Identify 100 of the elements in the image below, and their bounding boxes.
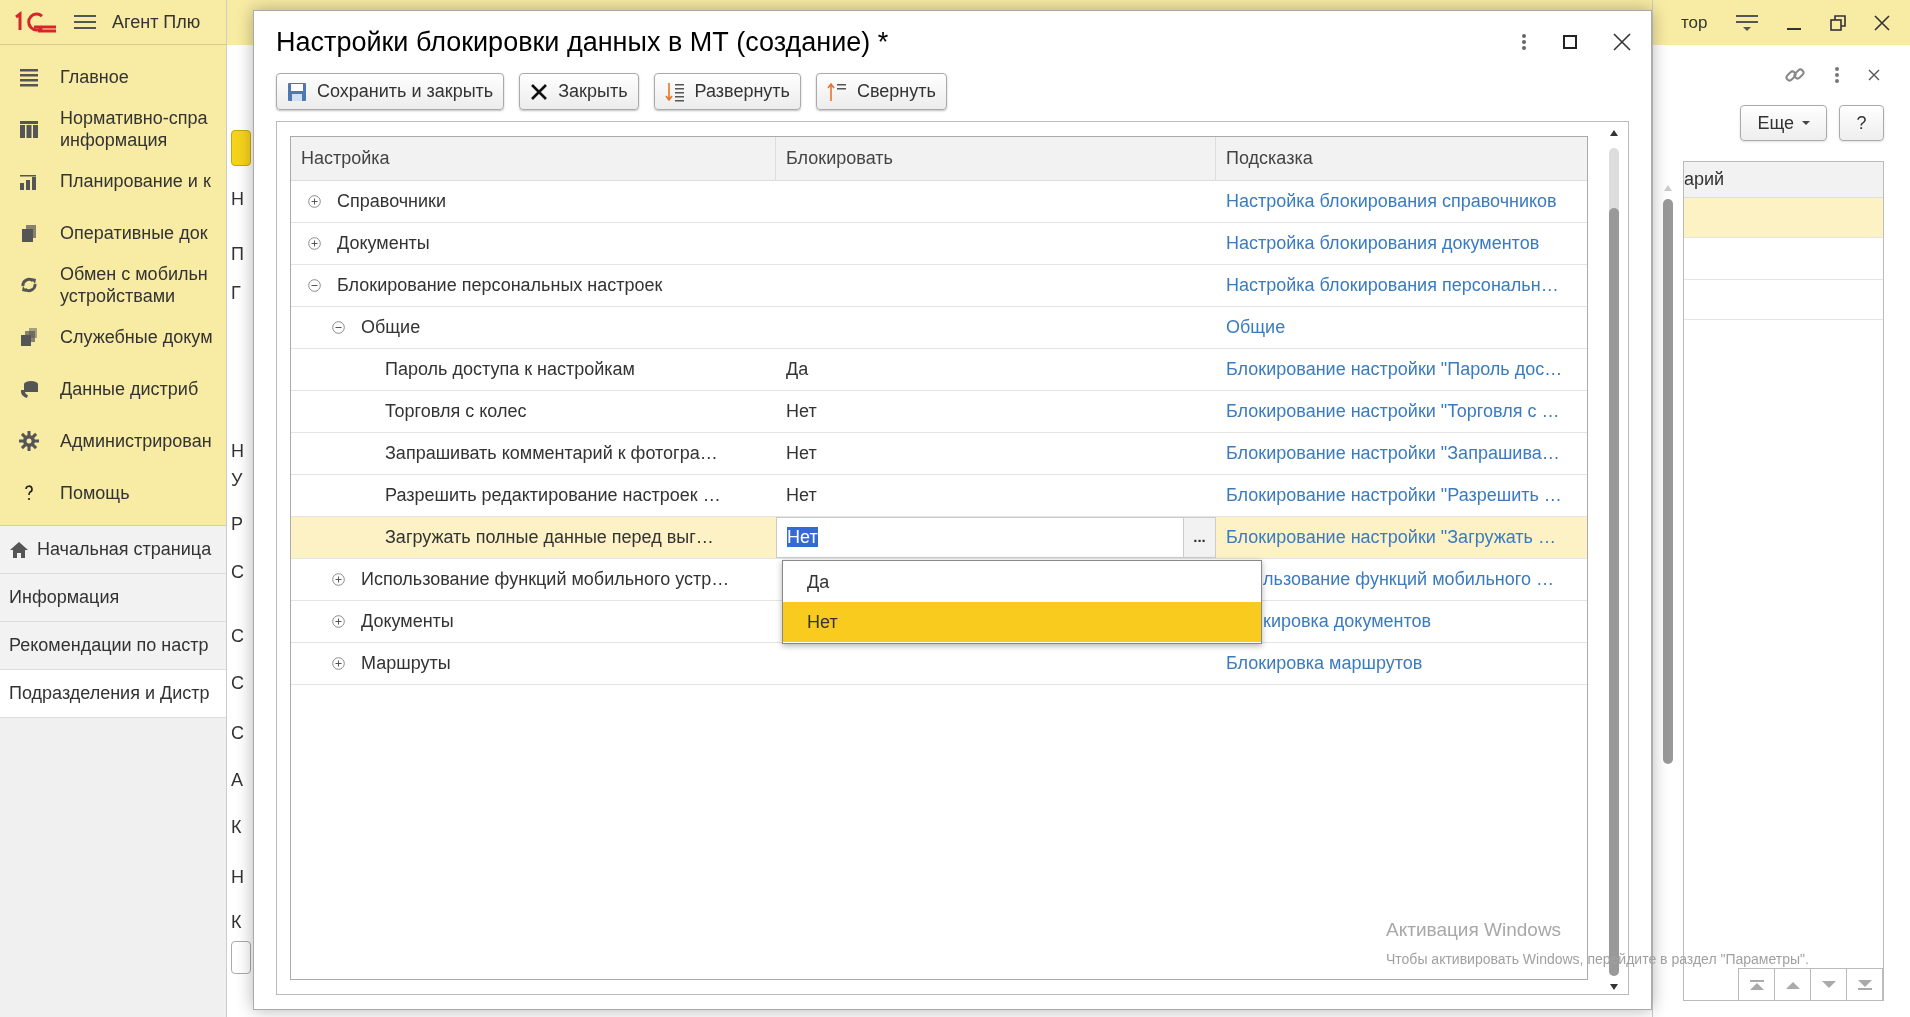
more-button[interactable]: Еще [1740,105,1827,141]
more-icon[interactable] [1834,66,1840,84]
setting-name: Документы [337,232,430,255]
close-icon[interactable] [1868,69,1880,81]
form-label: К [231,816,242,838]
collapse-icon[interactable] [308,279,321,292]
toolbar-button[interactable]: Развернуть [653,73,801,110]
hint-link[interactable]: льзование функций мобильного … [1263,566,1554,593]
hint-link[interactable]: Блокирование настройки "Загружать … [1226,524,1556,551]
value-text: Да [786,358,809,381]
toolbar-button[interactable]: Закрыть [519,73,639,110]
form-label: С [231,672,244,694]
sidebar-item[interactable]: Данные дистриб [0,363,226,415]
hint-link[interactable]: Настройка блокирования документов [1226,230,1540,257]
help-button[interactable]: ? [1839,105,1884,141]
setting-name: Документы [361,610,454,633]
filter-icon[interactable] [1735,12,1758,33]
hint-link[interactable]: Блокирование настройки "Торговля с … [1226,398,1560,425]
form-label: А [231,769,243,791]
scrollbar-thumb[interactable] [1663,199,1673,764]
sidebar-item[interactable]: Планирование и к [0,155,226,207]
sidebar-item[interactable]: Нормативно-спра информация [0,103,226,155]
setting-name: Разрешить редактирование настроек … [385,484,721,507]
setting-name: Торговля с колес [385,400,527,423]
expand-list-icon [664,81,685,102]
form-label: Н [231,440,244,462]
dropdown-option[interactable]: Да [783,562,1261,602]
column-header[interactable]: Подсказка [1216,137,1587,180]
down-arrow-icon [1855,978,1874,991]
setting-name: Загружать полные данные перед выг… [385,526,714,549]
setting-name: Маршруты [361,652,451,675]
column-header[interactable]: Настройка [291,137,776,180]
restore-icon[interactable] [1829,14,1846,31]
value-text: Нет [786,400,817,423]
column-header[interactable]: Блокировать [776,137,1216,180]
form-label: С [231,722,244,744]
collapse-icon[interactable] [332,321,345,334]
sidebar-item[interactable]: Администрирован [0,415,226,467]
expand-icon[interactable] [308,237,321,250]
open-page-tab[interactable]: Подразделения и Дистр [0,670,226,718]
menu-icon[interactable] [74,13,96,31]
hint-link[interactable]: Общие [1226,314,1286,341]
setting-name: Запрашивать комментарий к фотогра… [385,442,718,465]
scroll-up-icon[interactable] [1610,130,1618,136]
save-icon [287,81,307,102]
expand-icon[interactable] [332,657,345,670]
grid-icon [18,118,40,140]
close-icon[interactable] [1873,14,1890,31]
form-label: Р [231,513,243,535]
close-icon [530,82,549,101]
hint-link[interactable]: Блокирование настройки "Запрашива… [1226,440,1560,467]
logo-icon[interactable] [12,11,58,33]
sidebar-item[interactable]: Служебные докум [0,311,226,363]
form-input[interactable] [231,941,251,974]
value-text: Нет [786,484,817,507]
form-label: С [231,561,244,583]
column-header: арий [1684,168,1725,191]
app-title: Агент Плю [112,10,201,34]
value-editor[interactable]: Нет ... [776,517,1216,558]
expand-icon[interactable] [308,195,321,208]
toolbar-button[interactable]: Сохранить и закрыть [276,73,505,110]
home-icon [9,540,29,559]
hint-link[interactable]: Настройка блокирования персональн… [1226,272,1559,299]
menu-icon [18,66,40,88]
more-icon[interactable] [1521,33,1527,51]
expand-icon[interactable] [332,573,345,586]
value-text: Нет [786,442,817,465]
scroll-down-icon[interactable] [1610,984,1618,990]
close-icon[interactable] [1613,33,1631,51]
setting-name: Пароль доступа к настройкам [385,358,635,381]
choice-button[interactable]: ... [1183,518,1215,557]
form-label: Н [231,866,244,888]
activation-title: Активация Windows [1386,918,1563,942]
sidebar-item[interactable]: Обмен с мобильн устройствами [0,259,226,311]
maximize-icon[interactable] [1563,35,1577,49]
hint-link[interactable]: Блокирование настройки "Пароль дос… [1226,356,1563,383]
hint-link[interactable]: Блокировка маршрутов [1226,650,1423,677]
expand-icon[interactable] [332,615,345,628]
hint-link[interactable]: кировка документов [1263,608,1432,635]
form-label: С [231,625,244,647]
dropdown-option[interactable]: Нет [783,602,1261,642]
setting-name: Использование функций мобильного устр… [361,568,730,591]
window-title: тор [1681,11,1708,34]
form-label: Н [231,188,244,210]
setting-name: Справочники [337,190,447,213]
dialog-title: Настройки блокировки данных в МТ (создание) * [276,25,890,59]
hint-link[interactable]: Настройка блокирования справочников [1226,188,1557,215]
sidebar-item[interactable]: Главное [0,51,226,103]
table-row[interactable]: Загружать полные данные перед выг… Нет ... Блокирование настройки "Загружать … [291,517,1587,559]
up-arrow-icon [1747,978,1766,991]
sidebar-item[interactable]: Помощь [0,467,226,519]
setting-name: Блокирование персональных настроек [337,274,663,297]
form-label: У [231,469,243,491]
form-label: К [231,911,242,933]
toolbar-button[interactable]: Свернуть [815,73,947,110]
documents-icon [18,326,40,348]
database-icon [18,378,40,400]
hint-link[interactable]: Блокирование настройки "Разрешить … [1226,482,1562,509]
sidebar-item[interactable]: Оперативные док [0,207,226,259]
form-label: Г [231,282,241,304]
